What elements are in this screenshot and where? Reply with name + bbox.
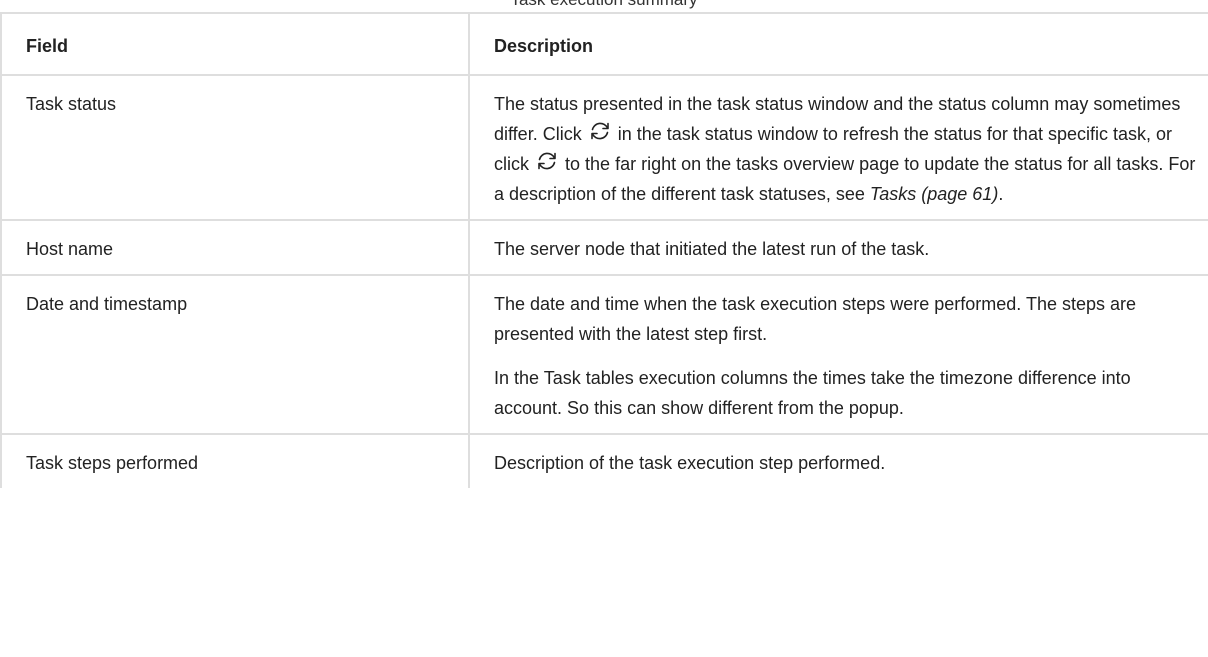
table-row: Task steps performed Description of the … <box>0 433 1208 488</box>
description-paragraph: The date and time when the task executio… <box>494 294 1137 344</box>
table-caption: Task execution summary <box>0 0 1208 10</box>
description-cell: The status presented in the task status … <box>468 74 1208 221</box>
field-cell: Date and timestamp <box>0 274 470 435</box>
description-paragraph: In the Task tables execution columns the… <box>494 368 1131 418</box>
table-row: Task status The status presented in the … <box>0 74 1208 221</box>
field-cell: Host name <box>0 219 470 276</box>
description-cell: The date and time when the task executio… <box>468 274 1208 435</box>
description-text: . <box>998 184 1004 204</box>
field-cell: Task status <box>0 74 470 221</box>
header-field: Field <box>0 12 470 76</box>
tasks-page-reference-link[interactable]: Tasks (page 61) <box>870 184 998 204</box>
table-row: Host name The server node that initiated… <box>0 219 1208 276</box>
description-cell: Description of the task execution step p… <box>468 433 1208 488</box>
table-header-row: Field Description <box>0 12 1208 76</box>
refresh-icon <box>590 122 609 140</box>
description-paragraph: Description of the task execution step p… <box>494 453 886 473</box>
description-text: to the far right on the tasks overview p… <box>494 154 1196 204</box>
header-description: Description <box>468 12 1208 76</box>
table-row: Date and timestamp The date and time whe… <box>0 274 1208 435</box>
field-cell: Task steps performed <box>0 433 470 488</box>
description-cell: The server node that initiated the lates… <box>468 219 1208 276</box>
refresh-icon <box>538 152 556 170</box>
task-execution-summary-table: Field Description Task status The status… <box>0 12 1208 488</box>
description-paragraph: The server node that initiated the lates… <box>494 239 930 259</box>
